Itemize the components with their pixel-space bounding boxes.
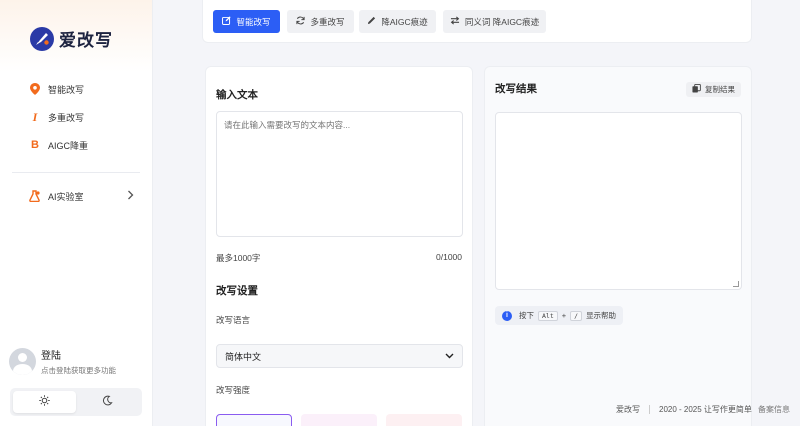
sidebar-item-label: AI实验室 [48, 191, 84, 202]
tab-label: 同义词 降AIGC痕迹 [464, 16, 540, 27]
settings-title: 改写设置 [216, 285, 258, 297]
strength-option-1[interactable] [216, 414, 292, 426]
tab-reduce-aigc[interactable]: 降AIGC痕迹 [359, 10, 436, 33]
result-title: 改写结果 [495, 83, 537, 95]
mode-tabs: 智能改写 多重改写 降AIGC痕迹 同义词 降AIGC痕迹 [202, 0, 752, 43]
sidebar-divider [12, 172, 140, 173]
sidebar-item-aigc-reduce[interactable]: B AIGC降重 [0, 135, 152, 155]
shortcut-help: i 按下 Alt + / 显示帮助 [495, 306, 624, 325]
italic-i-icon: I [32, 109, 38, 124]
key-alt: Alt [538, 310, 558, 321]
light-theme-button[interactable] [13, 391, 76, 413]
edit-icon [222, 16, 232, 27]
copy-result-button[interactable]: 复制结果 [686, 82, 741, 97]
chevron-down-icon [445, 351, 454, 361]
user-login[interactable]: 登陆 点击登陆获取更多功能 [9, 347, 116, 376]
bold-b-icon: B [31, 139, 39, 151]
char-limit-label: 最多1000字 [216, 253, 261, 263]
footer-record-link[interactable]: 备案信息 [758, 404, 790, 415]
help-suffix: 显示帮助 [586, 311, 617, 320]
strength-option-3[interactable] [386, 414, 462, 426]
refresh-icon [296, 16, 306, 27]
info-icon: i [502, 310, 512, 321]
copy-label: 复制结果 [705, 85, 735, 94]
input-panel: 输入文本 最多1000字 0/1000 改写设置 改写语言 简体中文 改写强度 [205, 66, 473, 426]
sidebar-item-label: AIGC降重 [48, 140, 89, 151]
input-title: 输入文本 [216, 89, 258, 101]
footer-record: 备案信息 [758, 405, 790, 414]
chevron-right-icon [127, 190, 134, 203]
sidebar-item-smart-rewrite[interactable]: 智能改写 [0, 79, 152, 99]
tab-synonym-reduce-aigc[interactable]: 同义词 降AIGC痕迹 [443, 10, 546, 33]
location-pin-icon [28, 82, 42, 96]
sidebar-item-ai-lab[interactable]: AI实验室 [0, 186, 152, 206]
help-plus: + [561, 311, 567, 320]
tab-multi-rewrite[interactable]: 多重改写 [287, 10, 354, 33]
logo[interactable]: 爱改写 [30, 26, 113, 51]
footer-copyright: 2020 - 2025 让写作更简单 [659, 405, 752, 414]
result-panel: 改写结果 复制结果 i 按下 Alt + / 显示帮助 [484, 66, 752, 426]
strength-label: 改写强度 [216, 385, 251, 395]
moon-icon [102, 395, 113, 409]
avatar [9, 348, 36, 375]
help-prefix: 按下 [519, 311, 534, 320]
sidebar: 爱改写 智能改写 I 多重改写 B AIGC降重 AI实验室 登陆 点击登陆获取… [0, 0, 153, 426]
result-output[interactable] [495, 112, 742, 290]
tab-smart-rewrite[interactable]: 智能改写 [213, 10, 280, 33]
logo-text: 爱改写 [59, 31, 113, 50]
language-select[interactable]: 简体中文 [216, 344, 463, 368]
tab-label: 智能改写 [236, 16, 271, 27]
swap-icon [450, 16, 460, 27]
pen-icon [367, 16, 376, 27]
sidebar-item-label: 智能改写 [48, 84, 85, 95]
input-textarea[interactable] [216, 111, 463, 237]
sidebar-item-multi-rewrite[interactable]: I 多重改写 [0, 107, 152, 127]
sun-icon [39, 395, 50, 409]
language-label: 改写语言 [216, 315, 251, 325]
logo-pen-icon [30, 26, 54, 51]
flask-lab-icon [28, 189, 42, 203]
footer: 爱改写 2020 - 2025 让写作更简单 [616, 404, 752, 415]
resize-handle-icon[interactable] [733, 281, 739, 287]
footer-brand: 爱改写 [616, 405, 640, 414]
key-slash: / [570, 310, 583, 321]
dark-theme-button[interactable] [76, 391, 139, 413]
strength-option-2[interactable] [301, 414, 377, 426]
copy-icon [692, 84, 701, 95]
user-name: 登陆 [41, 351, 61, 362]
sidebar-item-label: 多重改写 [48, 112, 85, 123]
language-select-value: 简体中文 [225, 351, 262, 362]
tab-label: 多重改写 [310, 16, 345, 27]
theme-switch [10, 388, 142, 416]
user-hint: 点击登陆获取更多功能 [41, 366, 116, 375]
char-counter: 0/1000 [436, 252, 462, 262]
tab-label: 降AIGC痕迹 [381, 16, 428, 27]
